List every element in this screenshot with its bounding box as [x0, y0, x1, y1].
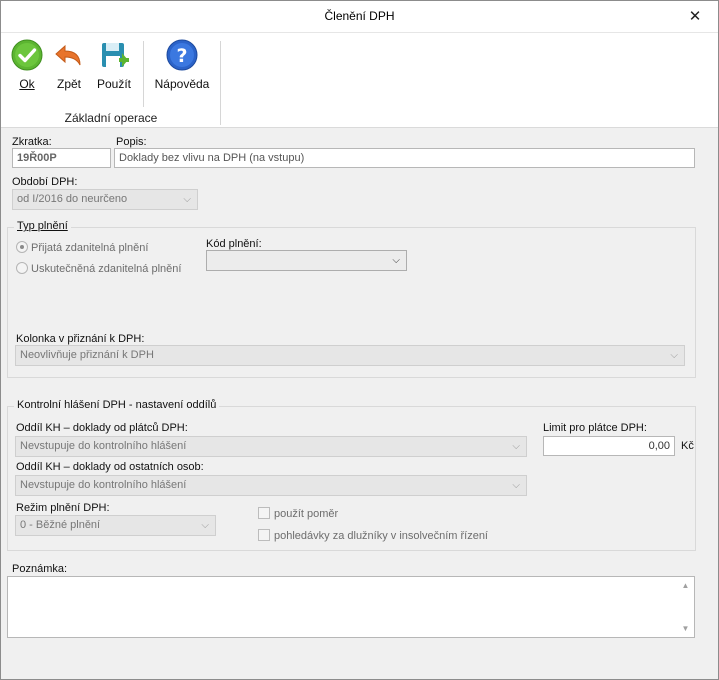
typ-plneni-title: Typ plnění: [14, 220, 71, 232]
ok-label: Ok: [19, 77, 35, 91]
radio-prijata-label: Přijatá zdanitelná plnění: [31, 242, 149, 254]
oddil-platcu-value: Nevstupuje do kontrolního hlášení: [20, 440, 187, 452]
limit-unit: Kč: [681, 440, 694, 452]
back-button[interactable]: Zpět: [51, 39, 87, 91]
kod-plneni-select[interactable]: ⌵: [206, 250, 407, 271]
oddil-ostatnich-select[interactable]: Nevstupuje do kontrolního hlášení ⌵: [15, 475, 527, 496]
obdobi-value: od I/2016 do neurčeno: [17, 193, 128, 205]
limit-label: Limit pro plátce DPH:: [543, 422, 647, 434]
help-question-icon: ?: [166, 39, 198, 71]
rezim-label: Režim plnění DPH:: [16, 502, 110, 514]
popis-label: Popis:: [116, 136, 147, 148]
radio-selected-icon: [16, 241, 28, 253]
help-button[interactable]: ? Nápověda: [153, 39, 211, 91]
radio-uskutecnena[interactable]: Uskutečněná zdanitelná plnění: [16, 262, 181, 275]
kolonka-value: Neovlivňuje přiznání k DPH: [20, 349, 154, 361]
radio-prijata[interactable]: Přijatá zdanitelná plnění: [16, 241, 148, 254]
pouzit-pomer-label: použít poměr: [274, 508, 339, 520]
oddil-ostatnich-value: Nevstupuje do kontrolního hlášení: [20, 479, 187, 491]
back-label: Zpět: [56, 77, 81, 91]
ok-button[interactable]: Ok: [9, 39, 45, 91]
chevron-down-icon: ⌵: [201, 520, 209, 531]
save-disk-icon: [98, 39, 130, 71]
kolonka-select[interactable]: Neovlivňuje přiznání k DPH ⌵: [15, 345, 685, 366]
radio-unselected-icon: [16, 262, 28, 274]
help-label: Nápověda: [154, 77, 210, 91]
close-button[interactable]: ✕: [672, 1, 718, 32]
poznamka-label: Poznámka:: [12, 563, 68, 575]
chevron-down-icon: ⌵: [392, 255, 400, 266]
kontrolni-hlaseni-title: Kontrolní hlášení DPH - nastavení oddílů: [14, 399, 220, 411]
checkbox-icon: [258, 507, 270, 519]
obdobi-label: Období DPH:: [12, 176, 78, 188]
popis-field[interactable]: Doklady bez vlivu na DPH (na vstupu): [114, 148, 695, 168]
oddil-platcu-label: Oddíl KH – doklady od plátců DPH:: [16, 422, 188, 434]
pohledavky-label: pohledávky za dlužníky v insolvečním říz…: [274, 530, 488, 542]
chevron-down-icon: ⌵: [183, 194, 191, 205]
window-title: Členění DPH: [324, 9, 395, 23]
title-bar: Členění DPH ✕: [1, 1, 718, 32]
pohledavky-checkbox[interactable]: pohledávky za dlužníky v insolvečním říz…: [258, 529, 488, 542]
apply-button[interactable]: Použít: [93, 39, 135, 91]
oddil-ostatnich-label: Oddíl KH – doklady od ostatních osob:: [16, 461, 204, 473]
undo-arrow-icon: [53, 39, 85, 71]
limit-field[interactable]: 0,00: [543, 436, 675, 456]
obdobi-select[interactable]: od I/2016 do neurčeno ⌵: [12, 189, 198, 210]
toolbar-ribbon: Ok Zpět Použít ? Nápověda Základní opera…: [1, 32, 718, 128]
dialog-window: Členění DPH ✕ Ok Zpět Použít ? Nápověda …: [0, 0, 719, 680]
svg-text:?: ?: [176, 45, 187, 67]
kod-plneni-label: Kód plnění:: [206, 238, 262, 250]
chevron-down-icon: ⌵: [512, 480, 520, 491]
apply-label: Použít: [96, 77, 132, 91]
close-icon: ✕: [688, 8, 702, 25]
scroll-up-icon[interactable]: ▲: [677, 577, 694, 594]
pouzit-pomer-checkbox[interactable]: použít poměr: [258, 507, 338, 520]
chevron-down-icon: ⌵: [512, 441, 520, 452]
check-circle-icon: [11, 39, 43, 71]
toolbar-group-label: Základní operace: [64, 111, 158, 125]
scroll-down-icon[interactable]: ▼: [677, 620, 694, 637]
toolbar-divider: [143, 41, 144, 107]
radio-uskutecnena-label: Uskutečněná zdanitelná plnění: [31, 263, 182, 275]
rezim-value: 0 - Běžné plnění: [20, 519, 101, 531]
rezim-select[interactable]: 0 - Běžné plnění ⌵: [15, 515, 216, 536]
oddil-platcu-select[interactable]: Nevstupuje do kontrolního hlášení ⌵: [15, 436, 527, 457]
zkratka-label: Zkratka:: [12, 136, 52, 148]
chevron-down-icon: ⌵: [670, 350, 678, 361]
checkbox-icon: [258, 529, 270, 541]
zkratka-field[interactable]: 19Ř00P: [12, 148, 111, 168]
poznamka-textarea[interactable]: ▲ ▼: [7, 576, 695, 638]
poznamka-scrollbar[interactable]: ▲ ▼: [677, 577, 694, 637]
kolonka-label: Kolonka v přiznání k DPH:: [16, 333, 145, 345]
